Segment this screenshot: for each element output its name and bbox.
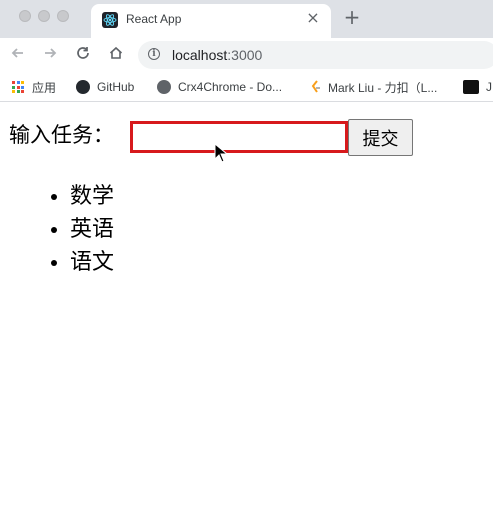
bookmark-crx4chrome[interactable]: Crx4Chrome - Do... [157,79,282,95]
tab-title: React App [126,12,182,26]
new-tab-button[interactable]: + [343,7,361,27]
bookmarks-bar: 应用 GitHub Crx4Chrome - Do... Mark Liu - … [0,72,493,102]
mouse-cursor-icon [214,143,228,163]
bookmark-label: J [486,80,492,94]
window-zoom-dot[interactable] [57,10,69,22]
reload-icon[interactable] [73,45,93,65]
bookmark-github[interactable]: GitHub [76,79,134,95]
bookmark-label: Mark Liu - 力扣（L... [328,80,438,95]
url-text: localhost:3000 [172,47,262,63]
leetcode-icon [311,80,321,94]
github-icon [76,80,90,94]
site-info-icon[interactable]: i [148,48,160,60]
page-content: 输入任务： 提交 数学 英语 语文 [0,102,493,532]
apps-grid-icon [12,81,24,93]
bookmark-apps[interactable]: 应用 [12,79,56,95]
back-arrow-icon[interactable] [8,45,28,65]
window-close-dot[interactable] [19,10,31,22]
react-logo-icon [102,12,118,28]
bookmark-leetcode[interactable]: Mark Liu - 力扣（L... [311,79,437,95]
url-port: :3000 [227,47,263,63]
browser-toolbar: i localhost:3000 [0,38,493,72]
list-item: 英语 [70,213,114,246]
list-item: 语文 [70,246,114,279]
task-input[interactable] [130,121,348,153]
globe-icon [157,80,171,94]
list-item: 数学 [70,180,114,213]
url-host: localhost [172,47,228,63]
forward-arrow-icon[interactable] [40,45,60,65]
address-bar[interactable]: i localhost:3000 [138,41,493,69]
bookmark-icon [463,80,479,94]
task-list: 数学 英语 语文 [30,180,114,279]
tab-close-icon[interactable]: × [305,10,321,26]
submit-button[interactable]: 提交 [348,119,413,156]
browser-tab-active[interactable]: React App × [91,4,331,38]
task-input-label: 输入任务： [9,123,114,147]
task-form: 输入任务： [9,119,114,149]
bookmark-j[interactable]: J [463,79,492,95]
bookmark-label: Crx4Chrome - Do... [178,80,283,94]
window-minimize-dot[interactable] [38,10,50,22]
bookmark-label: 应用 [32,80,57,95]
home-icon[interactable] [106,45,126,65]
browser-tab-strip: React App × + [0,0,493,38]
bookmark-label: GitHub [97,80,135,94]
